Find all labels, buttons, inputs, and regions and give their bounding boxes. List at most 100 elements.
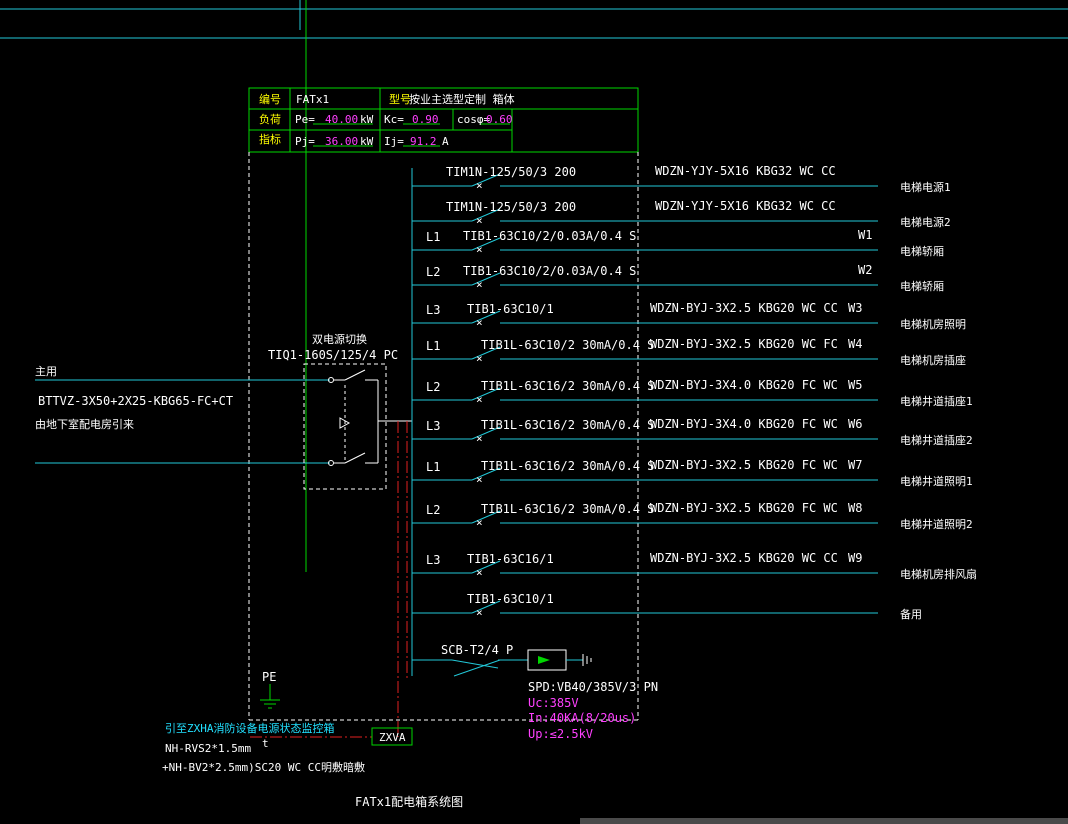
circuit-number: W1 [858,228,872,242]
circuit-number: W5 [848,378,862,392]
load-label: 备用 [900,607,922,621]
breaker-mark: × [476,316,483,329]
feeder-11: × L3 TIB1-63C16/1 WDZN-BYJ-3X2.5 KBG20 WC C… [412,551,977,581]
phase-label: L1 [426,460,440,474]
breaker-label: TIB1-63C10/2/0.03A/0.4 S [463,264,636,278]
status-strip [580,818,1068,824]
ats-model: TIQ1-160S/125/4 PC [268,348,398,362]
pj-label: Pj= [295,135,315,148]
breaker-label: TIB1-63C10/2/0.03A/0.4 S [463,229,636,243]
load-label: 电梯电源1 [900,180,951,194]
phase-label: L2 [426,503,440,517]
breaker-label: TIB1L-63C16/2 30mA/0.4 S [481,459,654,473]
load-label: 电梯井道照明1 [900,474,973,488]
single-line-diagram: 编号 FATx1 型号 按业主选型定制 箱体 负荷 指标 Pe= 40.00 k… [0,0,1068,824]
breaker-mark: × [476,473,483,486]
id-label: 编号 [259,92,281,106]
spd-up: Up:≤2.5kV [528,727,593,741]
pe-label: Pe= [295,113,315,126]
zxva-label: ZXVA [379,731,406,744]
breaker-mark: × [476,516,483,529]
breaker-mark: × [476,179,483,192]
fire-mark: t [262,737,269,750]
ats-label: 双电源切换 [312,332,367,346]
circuit-number: W4 [848,337,862,351]
cable-label: WDZN-BYJ-3X4.0 KBG20 FC WC [650,417,838,431]
id-value: FATx1 [296,93,329,106]
breaker-label: TIB1L-63C10/2 30mA/0.4 S [481,338,654,352]
breaker-mark: × [476,352,483,365]
pj-unit: kW [360,135,374,148]
cable-label: WDZN-BYJ-3X2.5 KBG20 WC CC [650,301,838,315]
feeder-1: ×TIM1N-125/50/3 200 WDZN-YJY-5X16 KBG32 W… [412,164,951,194]
breaker-label: TIB1L-63C16/2 30mA/0.4 S [481,502,654,516]
breaker-mark: × [476,278,483,291]
breaker-mark: × [476,243,483,256]
load-label: 电梯轿厢 [900,279,944,293]
feeder-4: × L2 TIB1-63C10/2/0.03A/0.4 S W2 电梯轿厢 [412,263,944,293]
load-label: 电梯机房照明 [900,317,966,331]
spd-breaker: SCB-T2/4 P [441,643,513,657]
cable-label: WDZN-BYJ-3X2.5 KBG20 FC WC [650,458,838,472]
breaker-mark: × [476,393,483,406]
breaker-label: TIM1N-125/50/3 200 [446,200,576,214]
load-label-1: 负荷 [259,112,281,126]
cable-label: WDZN-BYJ-3X2.5 KBG20 FC WC [650,501,838,515]
breaker-label: TIB1-63C10/1 [467,302,554,316]
load-label-2: 指标 [259,132,281,146]
circuit-number: W9 [848,551,862,565]
model-label: 型号 [389,92,411,106]
kc-label: Kc= [384,113,404,126]
load-label: 电梯电源2 [900,215,951,229]
phase-label: L3 [426,419,440,433]
phase-label: L2 [426,265,440,279]
pj-value: 36.00 [325,135,358,148]
cable-label: WDZN-BYJ-3X2.5 KBG20 WC CC [650,551,838,565]
cable-label: WDZN-BYJ-3X4.0 KBG20 FC WC [650,378,838,392]
circuit-number: W7 [848,458,862,472]
incoming-cable: BTTVZ-3X50+2X25-KBG65-FC+CT [38,394,233,408]
phase-label: L1 [426,339,440,353]
cable-label: WDZN-YJY-5X16 KBG32 WC CC [655,164,836,178]
circuit-number: W2 [858,263,872,277]
feeder-3: × L1 TIB1-63C10/2/0.03A/0.4 S W1 电梯轿厢 [412,228,944,258]
feeder-2: ×TIM1N-125/50/3 200 WDZN-YJY-5X16 KBG32 W… [412,199,951,229]
pe-unit: kW [360,113,374,126]
breaker-mark: × [476,566,483,579]
pe-value: 40.00 [325,113,358,126]
breaker-mark: × [476,214,483,227]
breaker-mark: × [476,606,483,619]
feeder-6: × L1 TIB1L-63C10/2 30mA/0.4 SWDZN-BYJ-3X2.… [412,337,966,367]
circuit-number: W8 [848,501,862,515]
feeder-9: × L1 TIB1L-63C16/2 30mA/0.4 SWDZN-BYJ-3X2.… [412,458,973,488]
spd-uc: Uc:385V [528,696,579,710]
feeder-8: × L3 TIB1L-63C16/2 30mA/0.4 SWDZN-BYJ-3X4.… [412,417,973,447]
model-value: 按业主选型定制 箱体 [409,92,515,106]
breaker-mark: × [476,432,483,445]
feeder-circuits: ×TIM1N-125/50/3 200 WDZN-YJY-5X16 KBG32 W… [412,164,977,621]
kc-value: 0.90 [412,113,439,126]
breaker-label: TIB1-63C10/1 [467,592,554,606]
diagram-title: FATx1配电箱系统图 [355,794,463,809]
circuit-number: W3 [848,301,862,315]
ij-label: Ij= [384,135,404,148]
breaker-label: TIB1L-63C16/2 30mA/0.4 S [481,379,654,393]
phase-label: L3 [426,553,440,567]
incoming-from: 由地下室配电房引来 [35,417,134,431]
feeder-5: × L3 TIB1-63C10/1 WDZN-BYJ-3X2.5 KBG20 WC C… [412,301,966,331]
cable-label: WDZN-YJY-5X16 KBG32 WC CC [655,199,836,213]
ij-unit: A [442,135,449,148]
load-label: 电梯井道照明2 [900,517,973,531]
breaker-label: TIB1-63C16/1 [467,552,554,566]
load-label: 电梯轿厢 [900,244,944,258]
phase-label: L3 [426,303,440,317]
cable-label: WDZN-BYJ-3X2.5 KBG20 WC FC [650,337,838,351]
load-label: 电梯井道插座1 [900,394,973,408]
fire-note: 引至ZXHA消防设备电源状态监控箱 [165,721,335,735]
load-label: 电梯机房插座 [900,353,966,367]
ij-value: 91.2 [410,135,437,148]
source-label: 主用 [35,365,57,378]
feeder-10: × L2 TIB1L-63C16/2 30mA/0.4 SWDZN-BYJ-3X2.… [412,501,973,531]
cos-value: 0.60 [486,113,513,126]
pe-ground-icon [260,684,280,709]
